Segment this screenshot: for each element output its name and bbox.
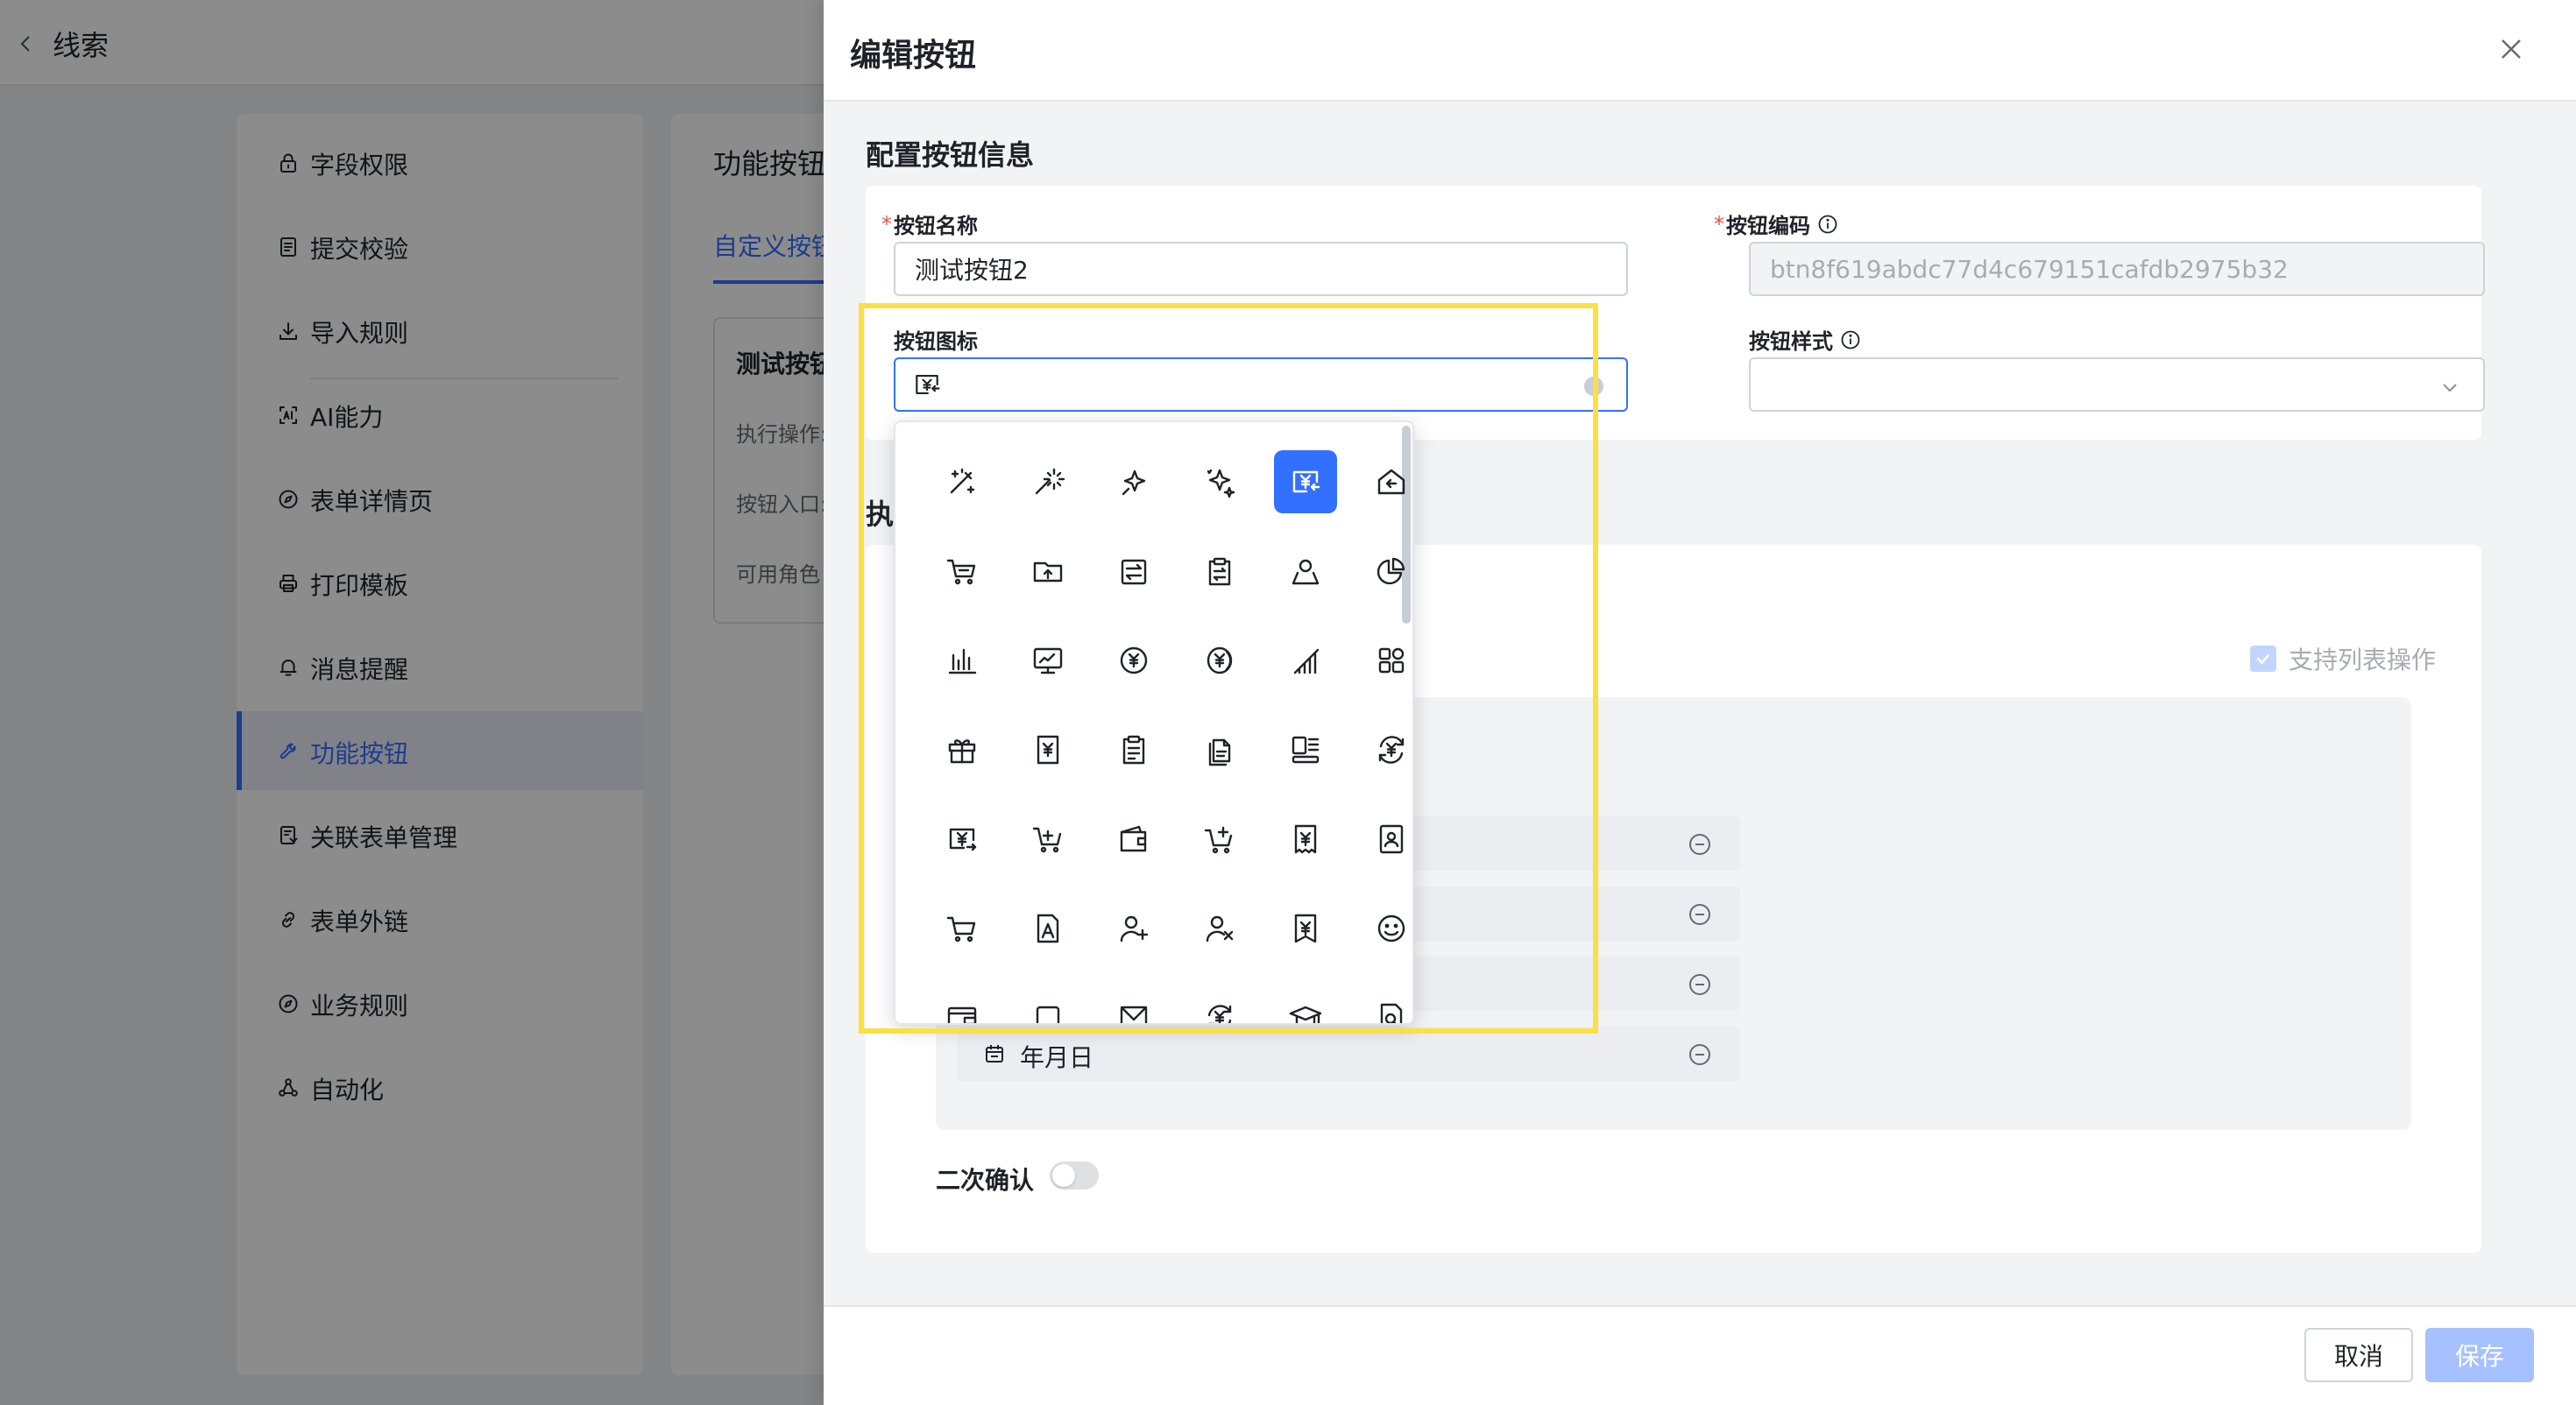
button-style-label: 按钮样式 xyxy=(1749,324,1861,355)
second-confirm-label: 二次确认 xyxy=(936,1166,1035,1195)
list-operation-checkbox[interactable]: 支持列表操作 xyxy=(2250,641,2436,676)
calendar-icon xyxy=(986,1045,1003,1063)
drawer-header: 编辑按钮 xyxy=(824,0,2576,102)
remove-circle-icon[interactable] xyxy=(1688,902,1712,927)
button-code-value: btn8f619abdc77d4c679151cafdb2975b32 xyxy=(1770,254,2289,284)
info-icon[interactable] xyxy=(1840,329,1861,350)
modal-overlay[interactable] xyxy=(0,0,824,1405)
remove-circle-icon[interactable] xyxy=(1688,972,1712,997)
list-operation-label: 支持列表操作 xyxy=(2289,646,2437,674)
save-button[interactable]: 保存 xyxy=(2425,1328,2534,1382)
second-confirm-toggle[interactable] xyxy=(1050,1161,1099,1190)
button-code-input: btn8f619abdc77d4c679151cafdb2975b32 xyxy=(1749,242,2485,296)
button-style-select[interactable] xyxy=(1749,357,2485,412)
drawer-title: 编辑按钮 xyxy=(850,38,977,74)
required-mark: * xyxy=(881,211,892,237)
remove-circle-icon[interactable] xyxy=(1688,1042,1712,1067)
button-name-label: * 按钮名称 xyxy=(881,208,978,239)
button-name-input[interactable]: 测试按钮2 xyxy=(894,242,1628,296)
cancel-button[interactable]: 取消 xyxy=(2304,1328,2413,1382)
button-style-label-text: 按钮样式 xyxy=(1749,329,1833,354)
checkbox-checked-icon xyxy=(2250,646,2276,672)
chevron-down-icon xyxy=(2443,384,2457,392)
required-mark: * xyxy=(1714,211,1724,237)
info-icon[interactable] xyxy=(1817,214,1838,235)
drawer-footer: 取消 保存 xyxy=(824,1305,2576,1405)
highlight-annotation-box xyxy=(859,303,1598,1034)
button-code-label-text: 按钮编码 xyxy=(1726,214,1810,238)
button-name-value: 测试按钮2 xyxy=(915,256,1029,285)
button-name-label-text: 按钮名称 xyxy=(894,214,978,238)
field-row-date: 年月日 xyxy=(957,1027,1740,1081)
remove-circle-icon[interactable] xyxy=(1688,832,1712,857)
close-icon[interactable] xyxy=(2497,35,2525,63)
field-row-label: 年月日 xyxy=(1020,1043,1094,1072)
config-section-title: 配置按钮信息 xyxy=(866,138,1035,172)
button-code-label: * 按钮编码 xyxy=(1714,208,1838,239)
